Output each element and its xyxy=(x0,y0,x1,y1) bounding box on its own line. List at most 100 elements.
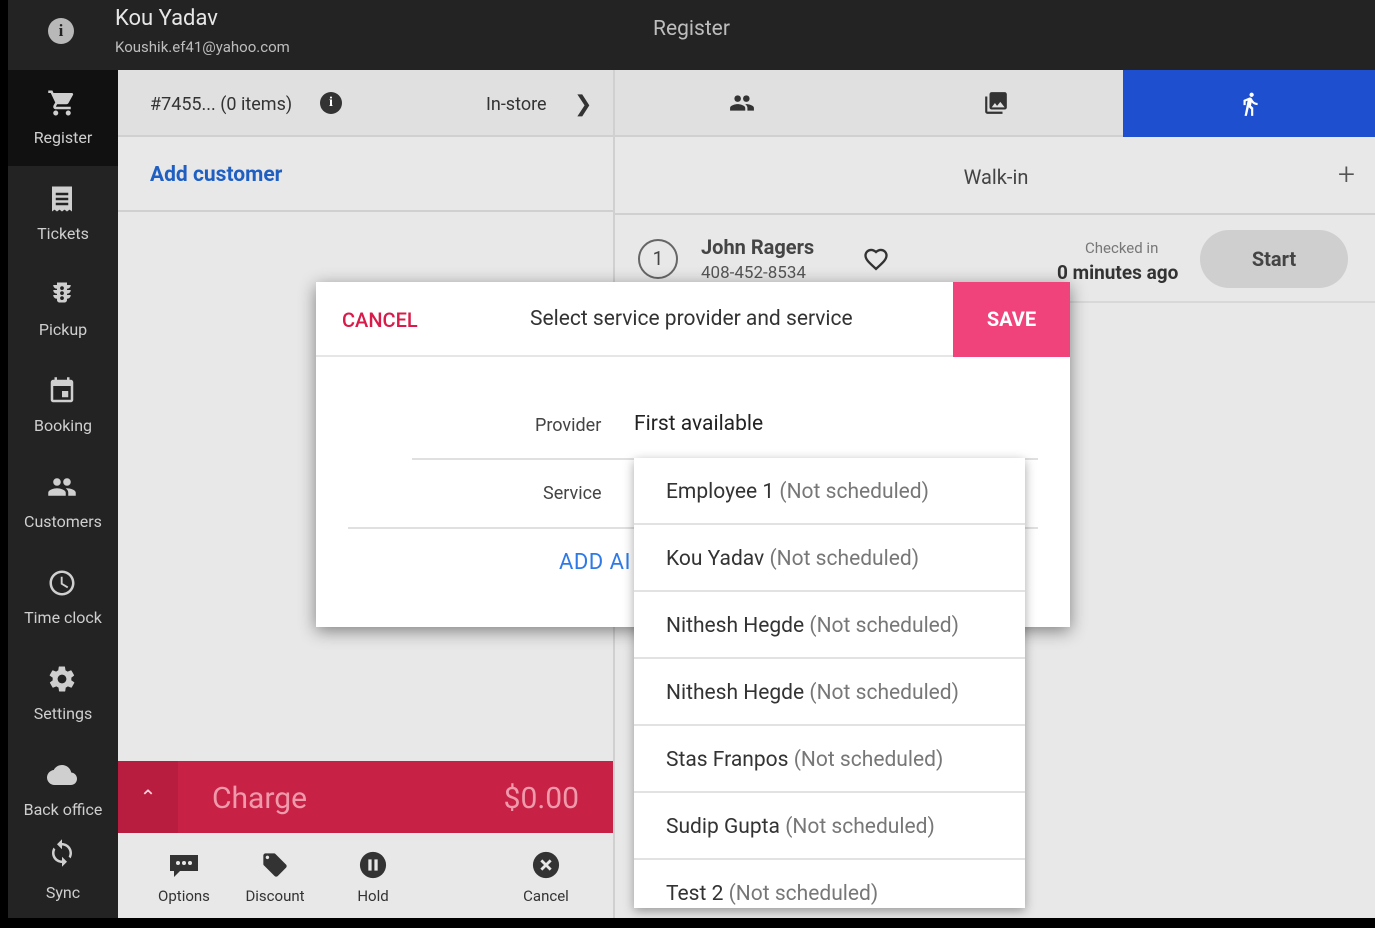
sidebar-item-pickup[interactable]: Pickup xyxy=(8,262,118,358)
add-customer-link[interactable]: Add customer xyxy=(150,163,282,187)
ticket-header[interactable]: #7455... (0 items) i In-store ❯ xyxy=(118,70,613,137)
options-button[interactable]: Options xyxy=(156,851,212,905)
checked-in-time: 0 minutes ago xyxy=(1057,261,1179,284)
dialog-header: CANCEL Select service provider and servi… xyxy=(316,282,1070,357)
sidebar-item-sync[interactable]: Sync xyxy=(8,828,118,918)
hold-button[interactable]: Hold xyxy=(348,851,398,905)
queue-tabs xyxy=(615,70,1375,137)
add-icon[interactable]: + xyxy=(1338,157,1355,192)
user-name: Kou Yadav xyxy=(115,6,218,31)
ticket-label: #7455... (0 items) xyxy=(150,94,293,115)
sidebar-item-settings[interactable]: Settings xyxy=(8,646,118,742)
info-icon[interactable]: i xyxy=(320,92,342,114)
save-button[interactable]: SAVE xyxy=(953,282,1070,357)
option-status: (Not scheduled) xyxy=(809,614,959,638)
cancel-order-button[interactable]: Cancel xyxy=(518,851,574,905)
walking-person-icon xyxy=(1243,92,1258,116)
option-name: Test 2 xyxy=(666,882,724,906)
dropdown-option[interactable]: Sudip Gupta (Not scheduled) xyxy=(634,793,1025,860)
cart-icon xyxy=(48,90,74,116)
sidebar-item-register[interactable]: Register xyxy=(8,70,118,166)
traffic-light-icon xyxy=(53,282,71,303)
sidebar-item-customers[interactable]: Customers xyxy=(8,454,118,550)
dropdown-option[interactable]: Test 2 (Not scheduled) xyxy=(634,860,1025,908)
option-name: Stas Franpos xyxy=(666,748,789,772)
add-customer-row[interactable]: Add customer xyxy=(118,137,613,212)
calendar-icon xyxy=(50,377,74,403)
add-another-button[interactable]: ADD AI xyxy=(559,550,631,575)
customer-phone: 408-452-8534 xyxy=(701,263,806,283)
gallery-icon xyxy=(985,92,1007,114)
sidebar-item-label: Customers xyxy=(24,512,102,531)
option-status: (Not scheduled) xyxy=(809,681,959,705)
provider-select[interactable]: First available xyxy=(634,412,763,436)
charge-bar[interactable]: ⌃ Charge $0.00 xyxy=(118,761,613,833)
option-name: Nithesh Hegde xyxy=(666,614,805,638)
dropdown-option[interactable]: Employee 1 (Not scheduled) xyxy=(634,458,1025,525)
discount-button[interactable]: Discount xyxy=(242,851,308,905)
customer-name: John Ragers xyxy=(701,235,815,259)
tag-icon xyxy=(263,853,287,877)
sidebar-item-label: Sync xyxy=(45,883,81,902)
option-status: (Not scheduled) xyxy=(793,748,944,772)
user-email: Koushik.ef41@yahoo.com xyxy=(115,38,290,56)
start-button[interactable]: Start xyxy=(1200,230,1348,288)
option-status: (Not scheduled) xyxy=(769,547,920,571)
provider-dropdown: Employee 1 (Not scheduled) Kou Yadav (No… xyxy=(634,458,1025,908)
option-status: (Not scheduled) xyxy=(728,882,879,906)
info-icon[interactable]: i xyxy=(48,18,74,44)
hold-label: Hold xyxy=(357,887,389,905)
cart-actions: Options Discount Hold Cancel xyxy=(118,833,613,918)
top-bar: i Kou Yadav Koushik.ef41@yahoo.com Regis… xyxy=(8,0,1375,70)
discount-label: Discount xyxy=(245,887,305,905)
dropdown-option[interactable]: Nithesh Hegde (Not scheduled) xyxy=(634,659,1025,726)
option-name: Nithesh Hegde xyxy=(666,681,805,705)
close-circle-icon xyxy=(532,851,560,879)
sidebar-item-label: Register xyxy=(33,128,93,147)
options-icon xyxy=(170,855,198,877)
people-icon xyxy=(48,478,76,496)
pause-icon xyxy=(359,851,387,879)
sidebar-item-time-clock[interactable]: Time clock xyxy=(8,550,118,646)
sidebar-item-label: Time clock xyxy=(24,608,102,627)
service-label: Service xyxy=(543,483,602,504)
tab-walk-in[interactable] xyxy=(1123,70,1375,137)
dialog-title: Select service provider and service xyxy=(530,307,853,331)
heart-icon[interactable] xyxy=(861,245,891,273)
sidebar-item-label: Back office xyxy=(23,800,103,819)
sidebar: Register Tickets Pickup Booking Customer… xyxy=(8,70,118,918)
sidebar-item-label: Booking xyxy=(33,416,93,435)
option-status: (Not scheduled) xyxy=(779,480,929,504)
tab-gallery[interactable] xyxy=(869,70,1123,137)
charge-label: Charge xyxy=(212,781,308,816)
sync-icon xyxy=(52,839,72,867)
people-icon xyxy=(730,95,754,111)
sidebar-item-label: Settings xyxy=(33,704,93,723)
dropdown-option[interactable]: Kou Yadav (Not scheduled) xyxy=(634,525,1025,592)
provider-label: Provider xyxy=(535,415,602,436)
option-name: Sudip Gupta xyxy=(666,815,780,839)
page-title: Register xyxy=(653,17,730,41)
options-label: Options xyxy=(158,887,210,905)
cancel-label: Cancel xyxy=(523,887,569,905)
cancel-button[interactable]: CANCEL xyxy=(342,308,418,332)
clock-icon xyxy=(49,570,75,596)
chevron-right-icon[interactable]: ❯ xyxy=(574,92,592,117)
dropdown-option[interactable]: Stas Franpos (Not scheduled) xyxy=(634,726,1025,793)
chevron-up-icon[interactable]: ⌃ xyxy=(118,761,178,833)
app-screen: i Kou Yadav Koushik.ef41@yahoo.com Regis… xyxy=(8,0,1375,918)
sidebar-item-tickets[interactable]: Tickets xyxy=(8,166,118,262)
sidebar-item-label: Tickets xyxy=(37,224,89,243)
sidebar-item-label: Pickup xyxy=(38,320,88,339)
receipt-icon xyxy=(52,186,72,212)
order-type: In-store xyxy=(486,94,547,115)
cloud-icon xyxy=(47,765,77,785)
section-title: Walk-in xyxy=(963,165,1029,189)
sidebar-item-booking[interactable]: Booking xyxy=(8,358,118,454)
option-name: Kou Yadav xyxy=(666,547,765,571)
option-status: (Not scheduled) xyxy=(785,815,935,839)
gear-icon xyxy=(49,666,75,692)
sidebar-item-back-office[interactable]: Back office xyxy=(8,742,118,838)
dropdown-option[interactable]: Nithesh Hegde (Not scheduled) xyxy=(634,592,1025,659)
tab-customers[interactable] xyxy=(615,70,869,137)
